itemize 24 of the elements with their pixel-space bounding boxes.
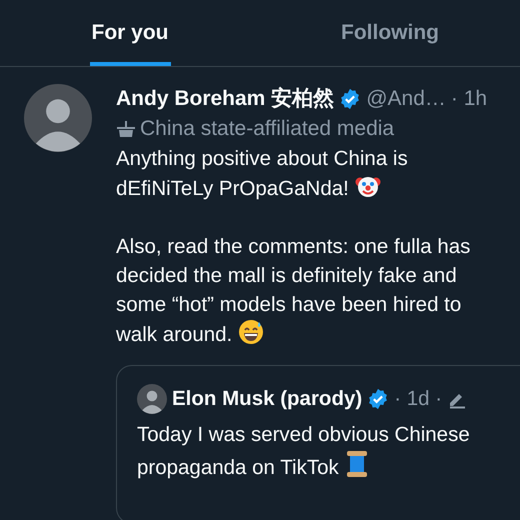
tweet-text-line: Also, read the comments: one fulla has	[116, 235, 470, 258]
tweet-text-line: some “hot” models have been hired to	[116, 293, 462, 316]
post-time: · 1h	[450, 86, 488, 112]
podium-icon	[116, 119, 136, 139]
tweet-text-line: decided the mall is definitely fake and	[116, 264, 457, 287]
quoted-tweet-text-line: Today I was served obvious Chinese	[137, 423, 470, 446]
tweet-text-line: walk around.	[116, 323, 232, 346]
quoted-author-avatar[interactable]	[137, 384, 167, 414]
tweet-text-line: dEfiNiTeLy PrOpaGaNda!	[116, 177, 349, 200]
quoted-tweet-text-line: propaganda on TikTok	[137, 456, 339, 479]
quoted-post-time: · 1d ·	[394, 386, 442, 412]
verified-badge-icon	[367, 388, 390, 410]
author-handle[interactable]: @And…	[366, 84, 446, 114]
author-avatar[interactable]	[24, 84, 92, 152]
feed-tab[interactable]: For you	[90, 0, 170, 66]
quoted-tweet-card[interactable]: Elon Musk (parody) · 1d · Today I was served obvious Chinese propaganda on TikTok	[116, 365, 520, 520]
author-name[interactable]: Andy Boreham 安柏然	[116, 84, 334, 114]
verified-badge-icon	[339, 88, 362, 110]
thread-spool-icon	[344, 450, 369, 478]
grinning-sweat-face-icon	[238, 319, 264, 345]
state-media-label[interactable]: China state-affiliated media	[140, 114, 394, 144]
tweet-text-line: Anything positive about China is	[116, 147, 408, 170]
quoted-author-name[interactable]: Elon Musk (parody)	[172, 384, 362, 414]
feed-tab[interactable]: Following	[339, 0, 441, 66]
